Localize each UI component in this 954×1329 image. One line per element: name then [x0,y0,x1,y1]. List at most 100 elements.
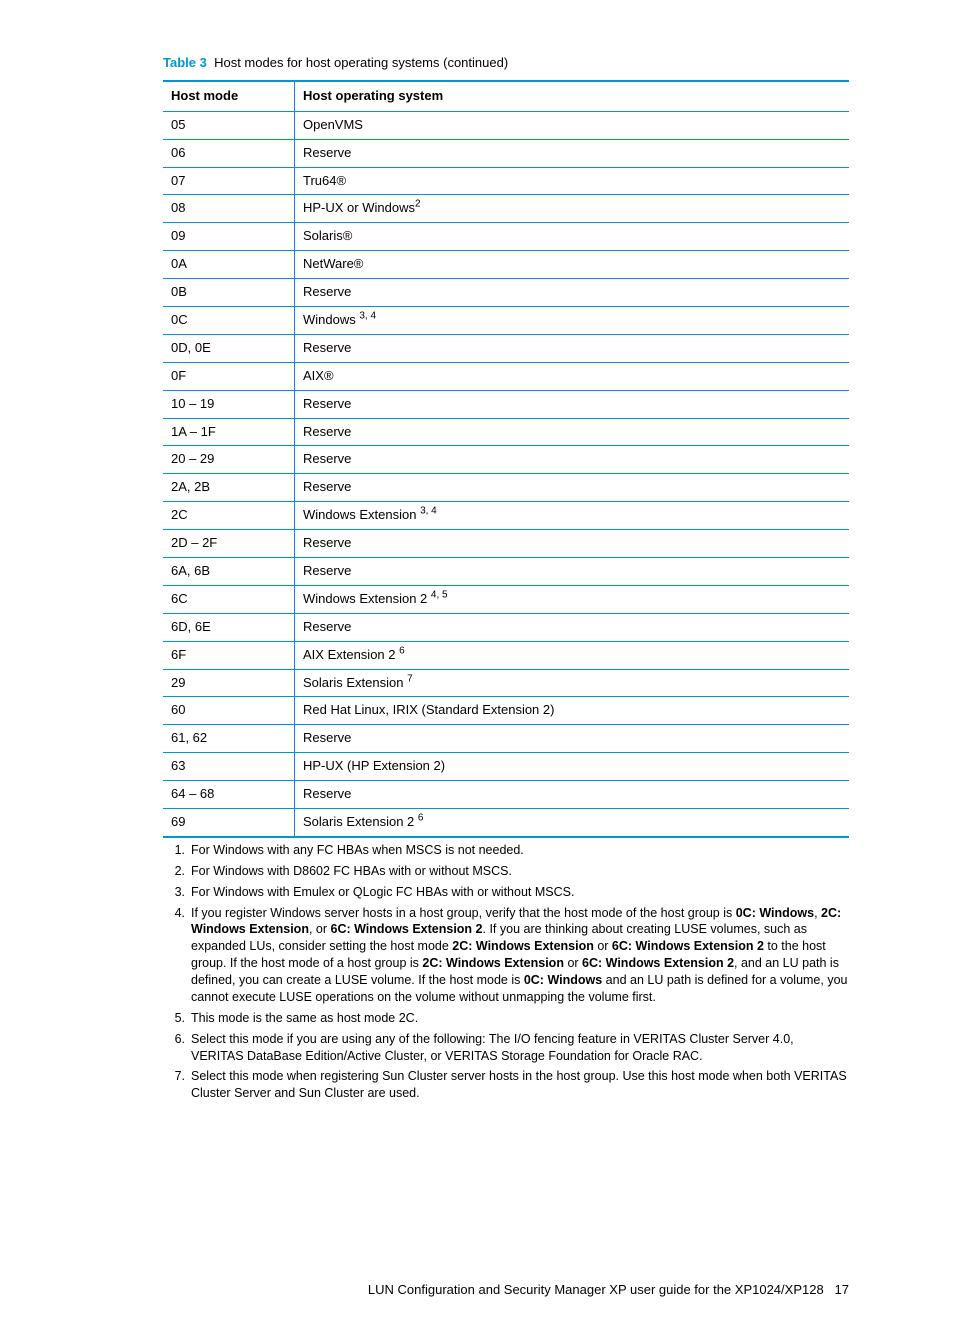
table-row: 69Solaris Extension 2 6 [163,809,849,837]
cell-host-os: Windows 3, 4 [295,307,850,335]
footnote-ref: 6 [399,645,405,656]
footnote-ref: 3, 4 [359,311,376,322]
page-number: 17 [835,1282,849,1297]
cell-host-mode: 06 [163,139,295,167]
cell-host-mode: 6D, 6E [163,613,295,641]
cell-host-os: Reserve [295,418,850,446]
table-row: 2CWindows Extension 3, 4 [163,502,849,530]
table-row: 2D – 2FReserve [163,530,849,558]
cell-host-os: AIX Extension 2 6 [295,641,850,669]
footnote-number: 3. [163,884,191,901]
cell-host-os: Red Hat Linux, IRIX (Standard Extension … [295,697,850,725]
footnote-text: For Windows with any FC HBAs when MSCS i… [191,842,849,859]
page-footer: LUN Configuration and Security Manager X… [163,1282,849,1299]
cell-host-mode: 1A – 1F [163,418,295,446]
table-row: 0ANetWare® [163,251,849,279]
cell-host-mode: 2A, 2B [163,474,295,502]
cell-host-os: Reserve [295,474,850,502]
footnote: 1.For Windows with any FC HBAs when MSCS… [163,842,849,859]
cell-host-os: Reserve [295,530,850,558]
footnote-text: This mode is the same as host mode 2C. [191,1010,849,1027]
footer-text: LUN Configuration and Security Manager X… [368,1282,824,1297]
cell-host-os: HP-UX or Windows2 [295,195,850,223]
table-row: 09Solaris® [163,223,849,251]
cell-host-mode: 2C [163,502,295,530]
table-caption-text: Host modes for host operating systems (c… [214,55,508,70]
table-row: 0BReserve [163,279,849,307]
cell-host-mode: 2D – 2F [163,530,295,558]
footnote-number: 7. [163,1068,191,1102]
footnote: 3.For Windows with Emulex or QLogic FC H… [163,884,849,901]
footnote-number: 4. [163,905,191,1006]
cell-host-mode: 29 [163,669,295,697]
table-label: Table 3 [163,55,207,70]
footnote-number: 2. [163,863,191,880]
table-row: 0CWindows 3, 4 [163,307,849,335]
cell-host-mode: 63 [163,753,295,781]
cell-host-os: Solaris Extension 7 [295,669,850,697]
cell-host-os: Reserve [295,334,850,362]
cell-host-mode: 09 [163,223,295,251]
table-row: 10 – 19Reserve [163,390,849,418]
table-row: 2A, 2BReserve [163,474,849,502]
footnotes: 1.For Windows with any FC HBAs when MSCS… [163,842,849,1102]
footnote-ref: 2 [415,199,421,210]
footnote: 7.Select this mode when registering Sun … [163,1068,849,1102]
footnote-text: Select this mode if you are using any of… [191,1031,849,1065]
footnote-ref: 7 [407,673,413,684]
cell-host-mode: 10 – 19 [163,390,295,418]
cell-host-os: Solaris Extension 2 6 [295,809,850,837]
table-row: 0D, 0EReserve [163,334,849,362]
table-row: 0FAIX® [163,362,849,390]
table-row: 06Reserve [163,139,849,167]
footnote-text: For Windows with D8602 FC HBAs with or w… [191,863,849,880]
cell-host-os: Reserve [295,558,850,586]
cell-host-mode: 0C [163,307,295,335]
cell-host-mode: 61, 62 [163,725,295,753]
footnote-number: 6. [163,1031,191,1065]
cell-host-os: Reserve [295,725,850,753]
column-header-os: Host operating system [295,81,850,111]
cell-host-os: Reserve [295,781,850,809]
footnote: 5.This mode is the same as host mode 2C. [163,1010,849,1027]
cell-host-mode: 0F [163,362,295,390]
table-row: 6CWindows Extension 2 4, 5 [163,585,849,613]
table-row: 08HP-UX or Windows2 [163,195,849,223]
footnote-ref: 6 [418,813,424,824]
footnote: 2.For Windows with D8602 FC HBAs with or… [163,863,849,880]
cell-host-mode: 05 [163,111,295,139]
cell-host-mode: 0A [163,251,295,279]
cell-host-os: NetWare® [295,251,850,279]
table-caption: Table 3 Host modes for host operating sy… [163,55,849,72]
table-row: 61, 62Reserve [163,725,849,753]
cell-host-mode: 60 [163,697,295,725]
footnote: 6.Select this mode if you are using any … [163,1031,849,1065]
table-row: 05OpenVMS [163,111,849,139]
footnote-number: 1. [163,842,191,859]
cell-host-mode: 0D, 0E [163,334,295,362]
table-row: 20 – 29Reserve [163,446,849,474]
host-modes-table: Host mode Host operating system 05OpenVM… [163,80,849,838]
table-row: 63HP-UX (HP Extension 2) [163,753,849,781]
footnote-text: For Windows with Emulex or QLogic FC HBA… [191,884,849,901]
cell-host-mode: 07 [163,167,295,195]
cell-host-os: Reserve [295,139,850,167]
table-row: 6D, 6EReserve [163,613,849,641]
table-row: 60Red Hat Linux, IRIX (Standard Extensio… [163,697,849,725]
cell-host-os: Windows Extension 3, 4 [295,502,850,530]
cell-host-os: Tru64® [295,167,850,195]
footnote-number: 5. [163,1010,191,1027]
cell-host-os: Solaris® [295,223,850,251]
table-row: 29Solaris Extension 7 [163,669,849,697]
footnote-text: Select this mode when registering Sun Cl… [191,1068,849,1102]
cell-host-mode: 20 – 29 [163,446,295,474]
table-row: 64 – 68Reserve [163,781,849,809]
cell-host-os: Windows Extension 2 4, 5 [295,585,850,613]
cell-host-os: Reserve [295,279,850,307]
cell-host-mode: 69 [163,809,295,837]
cell-host-mode: 6A, 6B [163,558,295,586]
cell-host-os: Reserve [295,390,850,418]
cell-host-os: Reserve [295,446,850,474]
table-row: 07Tru64® [163,167,849,195]
footnote-text: If you register Windows server hosts in … [191,905,849,1006]
